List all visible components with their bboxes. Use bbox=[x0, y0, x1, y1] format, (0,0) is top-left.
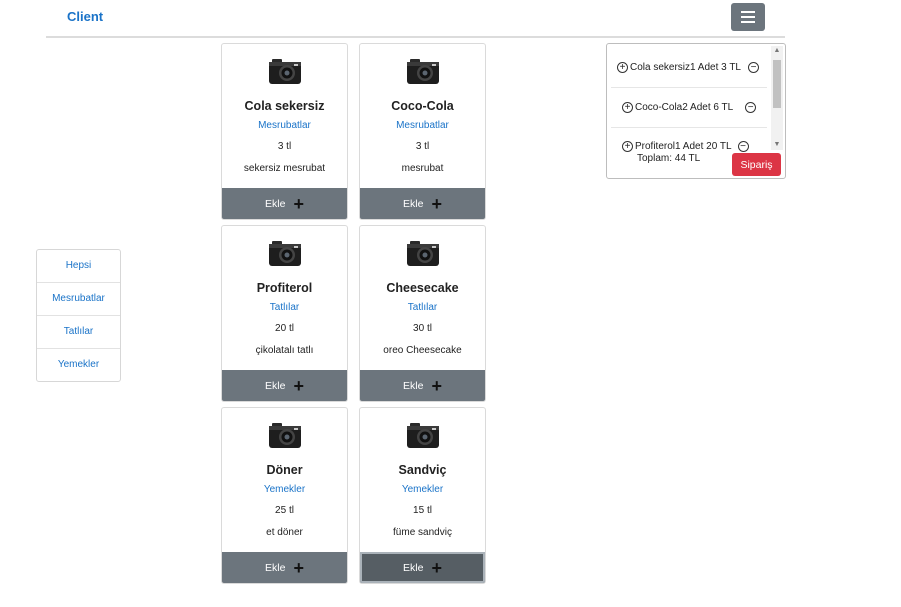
add-button[interactable]: Ekle + bbox=[222, 188, 347, 219]
scroll-thumb[interactable] bbox=[773, 60, 781, 108]
cart-panel: + Cola sekersiz1 Adet 3 TL − + Coco-Cola… bbox=[606, 43, 786, 179]
product-category-link[interactable]: Tatlılar bbox=[360, 302, 485, 313]
product-card: Cheesecake Tatlılar 30 tl oreo Cheesecak… bbox=[359, 225, 486, 402]
product-category-link[interactable]: Mesrubatlar bbox=[222, 120, 347, 131]
add-button-label: Ekle bbox=[265, 379, 286, 392]
add-button[interactable]: Ekle + bbox=[222, 552, 347, 583]
category-list: Hepsi Mesrubatlar Tatlılar Yemekler bbox=[36, 249, 121, 382]
add-button[interactable]: Ekle + bbox=[360, 552, 485, 583]
cart-list[interactable]: + Cola sekersiz1 Adet 3 TL − + Coco-Cola… bbox=[611, 48, 767, 152]
product-name: Profiterol bbox=[256, 281, 313, 295]
product-card: Cola sekersiz Mesrubatlar 3 tl sekersiz … bbox=[221, 43, 348, 220]
camera-icon bbox=[269, 241, 301, 266]
camera-icon bbox=[407, 59, 439, 84]
product-category-link[interactable]: Yemekler bbox=[360, 484, 485, 495]
camera-icon bbox=[407, 423, 439, 448]
order-button[interactable]: Sipariş bbox=[732, 153, 781, 176]
add-button-label: Ekle bbox=[265, 197, 286, 210]
plus-icon: + bbox=[293, 375, 304, 396]
product-card: Sandviç Yemekler 15 tl füme sandviç Ekle… bbox=[359, 407, 486, 584]
plus-icon: + bbox=[293, 193, 304, 214]
product-name: Döner bbox=[266, 463, 303, 477]
product-price: 3 tl bbox=[277, 141, 292, 152]
add-button-label: Ekle bbox=[403, 197, 424, 210]
navbar-toggle-button[interactable] bbox=[731, 3, 765, 31]
cart-item-text: Coco-Cola2 Adet 6 TL bbox=[635, 102, 734, 113]
product-description: sekersiz mesrubat bbox=[243, 163, 326, 174]
add-button[interactable]: Ekle + bbox=[360, 370, 485, 401]
category-item-mesrubatlar[interactable]: Mesrubatlar bbox=[37, 282, 120, 315]
product-card: Döner Yemekler 25 tl et döner Ekle + bbox=[221, 407, 348, 584]
product-description: oreo Cheesecake bbox=[383, 345, 462, 356]
cart-item-text: Cola sekersiz1 Adet 3 TL bbox=[630, 62, 741, 73]
cart-item: + Cola sekersiz1 Adet 3 TL − bbox=[611, 48, 767, 88]
minus-circle-icon[interactable]: − bbox=[748, 62, 759, 73]
product-name: Coco-Cola bbox=[391, 99, 454, 113]
category-item-hepsi[interactable]: Hepsi bbox=[37, 250, 120, 282]
camera-icon bbox=[407, 241, 439, 266]
cart-scrollbar[interactable]: ▲ ▼ bbox=[771, 46, 783, 150]
cart-item: + Coco-Cola2 Adet 6 TL − bbox=[611, 88, 767, 128]
scroll-up-arrow-icon[interactable]: ▲ bbox=[771, 46, 783, 56]
product-category-link[interactable]: Mesrubatlar bbox=[360, 120, 485, 131]
minus-circle-icon[interactable]: − bbox=[737, 141, 749, 152]
add-button-label: Ekle bbox=[265, 561, 286, 574]
brand-link[interactable]: Client bbox=[67, 9, 103, 24]
product-price: 15 tl bbox=[413, 505, 432, 516]
product-price: 25 tl bbox=[275, 505, 294, 516]
plus-icon: + bbox=[431, 193, 442, 214]
plus-circle-icon[interactable]: + bbox=[617, 62, 628, 73]
add-button-label: Ekle bbox=[403, 379, 424, 392]
product-description: çikolatalı tatlı bbox=[255, 345, 314, 356]
plus-icon: + bbox=[293, 557, 304, 578]
minus-circle-icon[interactable]: − bbox=[745, 102, 757, 113]
camera-icon bbox=[269, 59, 301, 84]
category-item-tatlilar[interactable]: Tatlılar bbox=[37, 315, 120, 348]
category-item-yemekler[interactable]: Yemekler bbox=[37, 348, 120, 381]
add-button[interactable]: Ekle + bbox=[360, 188, 485, 219]
product-name: Sandviç bbox=[398, 463, 447, 477]
plus-circle-icon[interactable]: + bbox=[622, 102, 633, 113]
plus-circle-icon[interactable]: + bbox=[622, 141, 633, 152]
plus-icon: + bbox=[431, 557, 442, 578]
scroll-down-arrow-icon[interactable]: ▼ bbox=[771, 140, 783, 150]
product-price: 30 tl bbox=[413, 323, 432, 334]
product-description: füme sandviç bbox=[393, 527, 452, 538]
product-card: Coco-Cola Mesrubatlar 3 tl mesrubat Ekle… bbox=[359, 43, 486, 220]
plus-icon: + bbox=[431, 375, 442, 396]
product-card: Profiterol Tatlılar 20 tl çikolatalı tat… bbox=[221, 225, 348, 402]
cart-item: + Profiterol1 Adet 20 TL − bbox=[611, 128, 767, 152]
camera-icon bbox=[269, 423, 301, 448]
cart-total: Toplam: 44 TL bbox=[637, 153, 701, 164]
product-description: et döner bbox=[266, 527, 303, 538]
product-price: 3 tl bbox=[415, 141, 430, 152]
cart-item-text: Profiterol1 Adet 20 TL bbox=[635, 141, 732, 152]
product-description: mesrubat bbox=[401, 163, 444, 174]
product-category-link[interactable]: Tatlılar bbox=[222, 302, 347, 313]
product-name: Cheesecake bbox=[386, 281, 459, 295]
product-name: Cola sekersiz bbox=[244, 99, 325, 113]
product-price: 20 tl bbox=[275, 323, 294, 334]
add-button[interactable]: Ekle + bbox=[222, 370, 347, 401]
add-button-label: Ekle bbox=[403, 561, 424, 574]
hamburger-icon bbox=[741, 11, 755, 13]
header-divider bbox=[46, 36, 785, 38]
product-category-link[interactable]: Yemekler bbox=[222, 484, 347, 495]
